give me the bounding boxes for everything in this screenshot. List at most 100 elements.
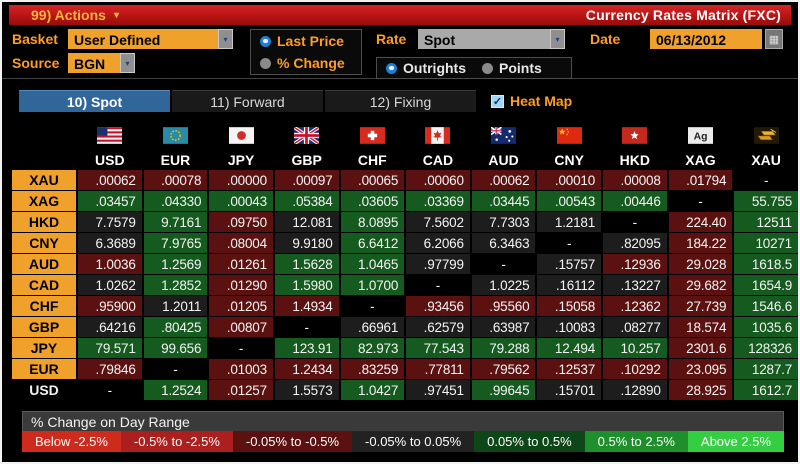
rate-cell-AUD-HKD[interactable]: .12936 [603, 254, 667, 274]
rate-cell-HKD-JPY[interactable]: .09750 [209, 212, 273, 232]
rate-cell-CAD-CNY[interactable]: .16112 [537, 275, 601, 295]
row-label-JPY[interactable]: JPY [12, 338, 76, 358]
rate-cell-CNY-CNY[interactable]: - [537, 233, 601, 253]
rate-cell-GBP-JPY[interactable]: .00807 [209, 317, 273, 337]
column-header-JPY[interactable]: JPY [209, 150, 273, 169]
rate-cell-HKD-AUD[interactable]: 7.7303 [472, 212, 536, 232]
rate-cell-CNY-JPY[interactable]: .08004 [209, 233, 273, 253]
row-label-CAD[interactable]: CAD [12, 275, 76, 295]
rate-cell-EUR-XAG[interactable]: 23.095 [669, 359, 733, 379]
rate-cell-XAU-CNY[interactable]: .00010 [537, 170, 601, 190]
dropdown-arrow-icon[interactable]: ▾ [550, 29, 565, 49]
column-header-CHF[interactable]: CHF [341, 150, 405, 169]
rate-cell-GBP-HKD[interactable]: .08277 [603, 317, 667, 337]
rate-cell-JPY-XAU[interactable]: 128326 [734, 338, 798, 358]
rate-cell-JPY-CNY[interactable]: 12.494 [537, 338, 601, 358]
rate-cell-CNY-XAG[interactable]: 184.22 [669, 233, 733, 253]
rate-cell-GBP-XAG[interactable]: 18.574 [669, 317, 733, 337]
row-label-XAU[interactable]: XAU [12, 170, 76, 190]
source-dropdown[interactable]: BGN ▾ [68, 53, 135, 73]
rate-cell-CHF-EUR[interactable]: 1.2011 [144, 296, 208, 316]
column-header-HKD[interactable]: HKD [603, 150, 667, 169]
rate-cell-AUD-AUD[interactable]: - [472, 254, 536, 274]
rate-cell-EUR-EUR[interactable]: - [144, 359, 208, 379]
rate-cell-XAU-AUD[interactable]: .00062 [472, 170, 536, 190]
rate-cell-CNY-GBP[interactable]: 9.9180 [275, 233, 339, 253]
rate-cell-XAG-CHF[interactable]: .03605 [341, 191, 405, 211]
column-header-AUD[interactable]: AUD [472, 150, 536, 169]
rate-cell-XAU-XAG[interactable]: .01794 [669, 170, 733, 190]
rate-cell-GBP-CAD[interactable]: .62579 [406, 317, 470, 337]
rate-cell-AUD-USD[interactable]: 1.0036 [78, 254, 142, 274]
rate-cell-JPY-CHF[interactable]: 82.973 [341, 338, 405, 358]
rate-cell-JPY-USD[interactable]: 79.571 [78, 338, 142, 358]
rate-cell-HKD-USD[interactable]: 7.7579 [78, 212, 142, 232]
rate-cell-XAU-XAU[interactable]: - [734, 170, 798, 190]
rate-cell-GBP-GBP[interactable]: - [275, 317, 339, 337]
rate-cell-CHF-GBP[interactable]: 1.4934 [275, 296, 339, 316]
rate-cell-CAD-CHF[interactable]: 1.0700 [341, 275, 405, 295]
rate-cell-EUR-USD[interactable]: .79846 [78, 359, 142, 379]
rate-cell-CAD-XAG[interactable]: 29.682 [669, 275, 733, 295]
column-header-XAG[interactable]: XAG [669, 150, 733, 169]
rate-cell-EUR-JPY[interactable]: .01003 [209, 359, 273, 379]
rate-cell-XAU-EUR[interactable]: .00078 [144, 170, 208, 190]
rate-cell-JPY-GBP[interactable]: 123.91 [275, 338, 339, 358]
rate-cell-EUR-CAD[interactable]: .77811 [406, 359, 470, 379]
rate-cell-AUD-CHF[interactable]: 1.0465 [341, 254, 405, 274]
column-header-XAU[interactable]: XAU [734, 150, 798, 169]
rate-cell-CHF-USD[interactable]: .95900 [78, 296, 142, 316]
radio-points[interactable]: Points [482, 60, 542, 76]
rate-cell-EUR-HKD[interactable]: .10292 [603, 359, 667, 379]
rate-cell-CAD-CAD[interactable]: - [406, 275, 470, 295]
rate-cell-CNY-EUR[interactable]: 7.9765 [144, 233, 208, 253]
rate-cell-CNY-CHF[interactable]: 6.6412 [341, 233, 405, 253]
row-label-HKD[interactable]: HKD [12, 212, 76, 232]
actions-menu[interactable]: 99) Actions ▾ [31, 7, 119, 23]
rate-cell-CAD-AUD[interactable]: 1.0225 [472, 275, 536, 295]
rate-cell-USD-CNY[interactable]: .15701 [537, 380, 601, 400]
rate-cell-JPY-JPY[interactable]: - [209, 338, 273, 358]
rate-cell-XAU-CAD[interactable]: .00060 [406, 170, 470, 190]
rate-cell-XAU-CHF[interactable]: .00065 [341, 170, 405, 190]
rate-cell-CHF-HKD[interactable]: .12362 [603, 296, 667, 316]
rate-cell-USD-JPY[interactable]: .01257 [209, 380, 273, 400]
rate-cell-JPY-XAG[interactable]: 2301.6 [669, 338, 733, 358]
rate-cell-CHF-XAG[interactable]: 27.739 [669, 296, 733, 316]
radio-outrights[interactable]: Outrights [386, 60, 466, 76]
rate-cell-EUR-AUD[interactable]: .79562 [472, 359, 536, 379]
rate-cell-CAD-EUR[interactable]: 1.2852 [144, 275, 208, 295]
rate-cell-USD-USD[interactable]: - [78, 380, 142, 400]
column-header-CNY[interactable]: CNY [537, 150, 601, 169]
rate-cell-AUD-CAD[interactable]: .97799 [406, 254, 470, 274]
rate-cell-GBP-CNY[interactable]: .10083 [537, 317, 601, 337]
rate-cell-GBP-EUR[interactable]: .80425 [144, 317, 208, 337]
rate-cell-JPY-AUD[interactable]: 79.288 [472, 338, 536, 358]
rate-cell-EUR-CNY[interactable]: .12537 [537, 359, 601, 379]
rate-cell-XAU-USD[interactable]: .00062 [78, 170, 142, 190]
rate-cell-AUD-XAU[interactable]: 1618.5 [734, 254, 798, 274]
rate-cell-XAG-EUR[interactable]: .04330 [144, 191, 208, 211]
rate-cell-USD-CAD[interactable]: .97451 [406, 380, 470, 400]
radio-last-price[interactable]: Last Price [260, 33, 352, 49]
rate-cell-HKD-CHF[interactable]: 8.0895 [341, 212, 405, 232]
basket-dropdown[interactable]: User Defined ▾ [68, 29, 233, 49]
tab-fixing[interactable]: 12) Fixing [325, 90, 476, 112]
rate-cell-HKD-XAG[interactable]: 224.40 [669, 212, 733, 232]
rate-cell-XAG-CAD[interactable]: .03369 [406, 191, 470, 211]
rate-cell-CAD-USD[interactable]: 1.0262 [78, 275, 142, 295]
rate-cell-CHF-AUD[interactable]: .95560 [472, 296, 536, 316]
rate-cell-CHF-CNY[interactable]: .15058 [537, 296, 601, 316]
rate-cell-JPY-EUR[interactable]: 99.656 [144, 338, 208, 358]
rate-cell-XAG-XAU[interactable]: 55.755 [734, 191, 798, 211]
rate-cell-HKD-CAD[interactable]: 7.5602 [406, 212, 470, 232]
rate-cell-CAD-GBP[interactable]: 1.5980 [275, 275, 339, 295]
heatmap-toggle[interactable]: ✓ Heat Map [491, 93, 572, 109]
rate-cell-HKD-GBP[interactable]: 12.081 [275, 212, 339, 232]
rate-cell-AUD-GBP[interactable]: 1.5628 [275, 254, 339, 274]
rate-cell-EUR-CHF[interactable]: .83259 [341, 359, 405, 379]
column-header-EUR[interactable]: EUR [144, 150, 208, 169]
calendar-icon[interactable]: ▦ [765, 29, 783, 49]
rate-cell-CNY-HKD[interactable]: .82095 [603, 233, 667, 253]
rate-cell-USD-HKD[interactable]: .12890 [603, 380, 667, 400]
